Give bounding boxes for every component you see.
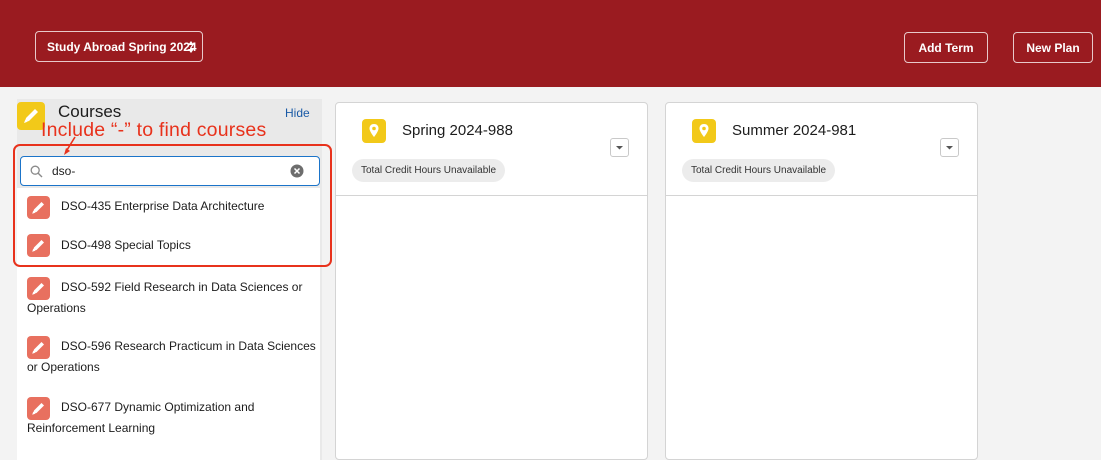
new-plan-button[interactable]: New Plan [1013, 32, 1093, 63]
term-title: Spring 2024-988 [402, 122, 513, 139]
top-bar: Study Abroad Spring 2024 Add Term New Pl… [0, 0, 1101, 87]
term-card-spring: Spring 2024-988 Total Credit Hours Unava… [335, 102, 648, 460]
plan-select-label: Study Abroad Spring 2024 [47, 39, 197, 54]
course-item[interactable]: DSO-435 Enterprise Data Architecture [17, 188, 320, 226]
course-item[interactable]: DSO-596 Research Practicum in Data Scien… [17, 326, 320, 386]
course-results-list: DSO-435 Enterprise Data Architecture DSO… [17, 188, 320, 460]
location-pin-icon [362, 119, 386, 143]
chevron-down-icon [946, 146, 953, 150]
term-card-summer: Summer 2024-981 Total Credit Hours Unava… [665, 102, 978, 460]
add-term-button[interactable]: Add Term [904, 32, 988, 63]
course-label: DSO-498 Special Topics [61, 238, 191, 252]
term-menu-button[interactable] [940, 138, 959, 157]
chevron-down-icon [616, 146, 623, 150]
plan-select[interactable]: Study Abroad Spring 2024 [35, 31, 203, 62]
course-item[interactable]: DSO-592 Field Research in Data Sciences … [17, 267, 320, 327]
clear-icon[interactable] [290, 164, 304, 178]
updown-chevron-icon [188, 41, 194, 53]
course-item[interactable]: DSO-498 Special Topics [17, 226, 320, 264]
course-label: DSO-677 Dynamic Optimization and Reinfor… [27, 400, 255, 435]
divider [666, 195, 977, 196]
course-search-input[interactable]: dso- [20, 156, 320, 186]
search-value: dso- [52, 164, 76, 178]
hide-link[interactable]: Hide [285, 106, 310, 120]
divider [336, 195, 647, 196]
location-pin-icon [692, 119, 716, 143]
course-label: DSO-592 Field Research in Data Sciences … [27, 280, 303, 315]
credit-hours-badge: Total Credit Hours Unavailable [682, 159, 836, 182]
course-label: DSO-435 Enterprise Data Architecture [61, 199, 265, 213]
search-icon [30, 165, 43, 178]
course-item[interactable]: DSO-677 Dynamic Optimization and Reinfor… [17, 387, 320, 447]
term-menu-button[interactable] [610, 138, 629, 157]
courses-sidebar: Courses Hide Include “-” to find courses… [17, 99, 322, 460]
course-label: DSO-596 Research Practicum in Data Scien… [27, 339, 316, 374]
term-title: Summer 2024-981 [732, 122, 857, 139]
credit-hours-badge: Total Credit Hours Unavailable [352, 159, 506, 182]
